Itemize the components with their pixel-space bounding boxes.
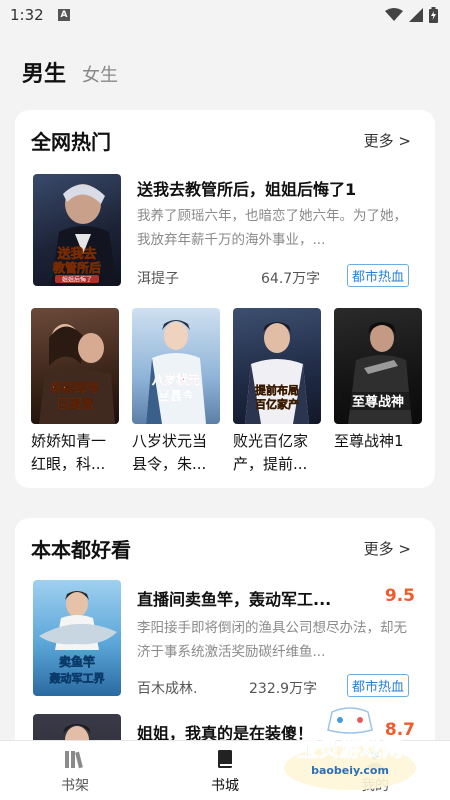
book-word-count: 64.7万字	[261, 271, 321, 287]
cover-art: 科研军爷 日夜宠	[39, 324, 115, 424]
featured-book[interactable]: 送我去 教管所后 姐姐后悔了 送我去教管所后，姐姐后悔了1 我养了顾瑶六年，也暗…	[33, 174, 423, 287]
list-book[interactable]: 卖鱼竿 轰动军工界 直播间卖鱼竿，轰动军工... 9.5 李阳接手即将倒闭的渔具…	[33, 580, 423, 697]
book-title[interactable]: 直播间卖鱼竿，轰动军工...	[137, 586, 357, 610]
svg-text:送我去: 送我去	[56, 246, 96, 262]
battery-icon	[429, 7, 438, 23]
grid-book[interactable]: 八岁状元 当县令 八岁状元当县令，朱...	[132, 308, 220, 476]
grid-book[interactable]: 科研军爷 日夜宠 娇娇知青一红眼，科...	[31, 308, 119, 476]
more-link[interactable]: 更多 >	[364, 130, 411, 151]
svg-text:教管所后: 教管所后	[52, 260, 101, 275]
book-author: 洱提子	[137, 271, 179, 287]
genre-tag[interactable]: 都市热血	[347, 674, 410, 697]
system-icons	[385, 7, 438, 23]
tab-label: 书城	[211, 778, 239, 794]
grid-book[interactable]: 至尊战神 至尊战神1	[334, 308, 422, 476]
svg-text:宝贝游戏网: 宝贝游戏网	[298, 737, 403, 761]
book-word-count: 232.9万字	[249, 681, 318, 697]
cover-art: 八岁状元 当县令	[146, 320, 206, 424]
book-cover[interactable]: 科研军爷 日夜宠	[31, 308, 119, 424]
svg-text:当县令: 当县令	[158, 388, 195, 403]
book-title[interactable]: 至尊战神1	[334, 430, 422, 476]
tab-bookstore[interactable]: 书城	[185, 749, 265, 795]
grid-book[interactable]: 提前布局 百亿家产 败光百亿家产，提前...	[233, 308, 321, 476]
cover-art: 送我去 教管所后 姐姐后悔了	[51, 184, 117, 286]
svg-text:提前布局: 提前布局	[255, 383, 299, 397]
wifi-icon	[385, 8, 403, 21]
svg-text:日夜宠: 日夜宠	[57, 396, 93, 411]
tab-bookshelf[interactable]: 书架	[35, 749, 115, 795]
tab-female[interactable]: 女生	[82, 61, 118, 87]
book-cover[interactable]: 卖鱼竿 轰动军工界	[33, 580, 121, 696]
svg-text:至尊战神: 至尊战神	[352, 394, 404, 410]
section-header: 本本都好看 更多 >	[31, 532, 419, 564]
svg-text:baobeiy.com: baobeiy.com	[311, 764, 389, 777]
tab-male[interactable]: 男生	[22, 56, 66, 88]
book-title[interactable]: 八岁状元当县令，朱...	[132, 430, 220, 476]
section-header: 全网热门 更多 >	[31, 124, 419, 156]
book-description: 我养了顾瑶六年，也暗恋了她六年。为了她，我放弃年薪千万的海外事业，...	[137, 208, 407, 248]
status-time: 1:32	[10, 6, 44, 24]
svg-text:八岁状元: 八岁状元	[151, 372, 200, 387]
book-cover[interactable]: 八岁状元 当县令	[132, 308, 220, 424]
book-cover[interactable]: 送我去 教管所后 姐姐后悔了	[33, 174, 121, 286]
svg-text:科研军爷: 科研军爷	[51, 380, 100, 395]
book-author: 百木成林.	[137, 681, 198, 697]
book-title[interactable]: 败光百亿家产，提前...	[233, 430, 321, 476]
watermark-logo: 宝贝游戏网 baobeiy.com	[284, 707, 416, 790]
section-title: 全网热门	[31, 130, 111, 154]
watermark: 宝贝游戏网 baobeiy.com	[280, 706, 420, 794]
book-cover[interactable]: 提前布局 百亿家产	[233, 308, 321, 424]
more-link[interactable]: 更多 >	[364, 538, 411, 559]
svg-text:卖鱼竿: 卖鱼竿	[59, 654, 95, 669]
book-grid: 科研军爷 日夜宠 娇娇知青一红眼，科... 八岁状元 当县令 八岁状元当县令，朱…	[31, 308, 423, 478]
section-hot: 全网热门 更多 > 送我去 教管所后 姐姐后悔了 送我去教管所后，姐姐后悔了1 …	[15, 110, 435, 488]
signal-icon	[409, 8, 423, 22]
book-description: 李阳接手即将倒闭的渔具公司想尽办法，却无济于事系统激活奖励碳纤维鱼...	[137, 620, 407, 660]
book-title[interactable]: 送我去教管所后，姐姐后悔了1	[137, 176, 423, 200]
cover-art: 至尊战神	[342, 322, 414, 424]
book-score: 9.5	[384, 586, 415, 606]
svg-text:姐姐后悔了: 姐姐后悔了	[62, 276, 92, 284]
gender-tabs: 男生 女生	[22, 56, 118, 88]
bookshelf-icon	[65, 751, 83, 769]
genre-tag[interactable]: 都市热血	[347, 264, 410, 287]
section-title: 本本都好看	[31, 538, 131, 562]
book-cover[interactable]: 至尊战神	[334, 308, 422, 424]
cover-art: 卖鱼竿 轰动军工界	[39, 591, 117, 685]
notification-icon: A	[58, 9, 70, 21]
status-bar: 1:32 A	[0, 0, 450, 32]
cover-art: 提前布局 百亿家产	[245, 322, 309, 424]
tab-label: 书架	[61, 778, 89, 794]
svg-text:轰动军工界: 轰动军工界	[49, 671, 105, 685]
book-icon	[218, 750, 232, 768]
book-title[interactable]: 娇娇知青一红眼，科...	[31, 430, 119, 476]
svg-text:百亿家产: 百亿家产	[255, 397, 299, 411]
